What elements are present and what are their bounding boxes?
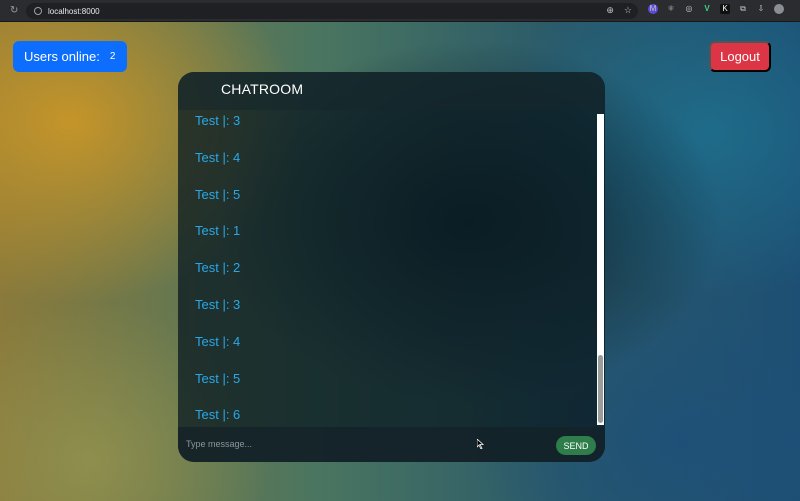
message-item: Test |: 4 [195, 150, 241, 165]
send-button[interactable]: SEND [556, 436, 596, 455]
vue-devtools-icon[interactable]: V [702, 4, 712, 14]
mouse-cursor-icon [477, 439, 485, 449]
users-online-label: Users online: [24, 49, 100, 64]
reload-icon[interactable]: ↻ [10, 5, 20, 16]
message-item: Test |: 5 [195, 187, 241, 202]
address-bar[interactable]: localhost:8000 ⊕ ☆ [26, 3, 638, 19]
extensions-row: M ⚛ ◎ V K ⧉ ⇩ [648, 4, 784, 14]
browser-toolbar: ↻ localhost:8000 ⊕ ☆ M ⚛ ◎ V K ⧉ ⇩ [0, 0, 800, 22]
message-item: Test |: 3 [195, 113, 241, 128]
site-info-icon[interactable] [34, 7, 42, 15]
url-text: localhost:8000 [48, 6, 100, 16]
extensions-puzzle-icon[interactable]: ⧉ [738, 4, 748, 14]
bookmark-star-icon[interactable]: ☆ [624, 5, 632, 16]
users-online-count: 2 [109, 51, 116, 62]
message-input[interactable] [186, 433, 546, 455]
chat-header: CHATROOM [178, 72, 605, 110]
zoom-icon[interactable]: ⊕ [606, 5, 614, 16]
message-item: Test |: 5 [195, 371, 241, 386]
message-list[interactable]: Test |: 3 Test |: 4 Test |: 5 Test |: 1 … [178, 110, 605, 427]
downloads-icon[interactable]: ⇩ [756, 4, 766, 14]
users-online-badge: Users online: 2 [13, 41, 127, 72]
extension-3-icon[interactable]: ◎ [684, 4, 694, 14]
message-item: Test |: 4 [195, 334, 241, 349]
message-scrollbar[interactable] [597, 114, 604, 425]
chat-title: CHATROOM [221, 81, 304, 97]
message-item: Test |: 2 [195, 260, 241, 275]
chatroom-panel: CHATROOM Test |: 3 Test |: 4 Test |: 5 T… [178, 72, 605, 462]
message-input-bar: SEND [178, 427, 605, 462]
message-item: Test |: 1 [195, 223, 241, 238]
extension-1-icon[interactable]: M [648, 4, 658, 14]
message-item: Test |: 3 [195, 297, 241, 312]
logout-button[interactable]: Logout [709, 41, 771, 72]
react-devtools-icon[interactable]: ⚛ [666, 4, 676, 14]
extension-k-icon[interactable]: K [720, 4, 730, 14]
page-background: Users online: 2 Logout CHATROOM Test |: … [0, 22, 800, 501]
scrollbar-thumb[interactable] [598, 355, 603, 423]
profile-avatar[interactable] [774, 4, 784, 14]
message-item: Test |: 6 [195, 407, 241, 422]
